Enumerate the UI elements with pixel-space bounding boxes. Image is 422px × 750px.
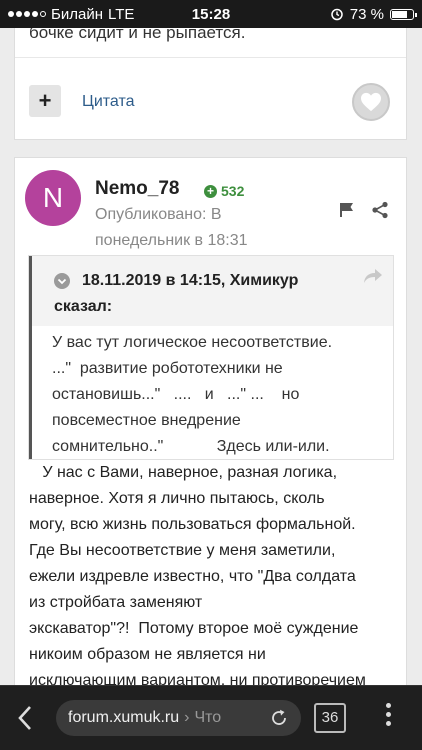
quote-body: У вас тут логическое несоответствие. ...… <box>29 326 393 459</box>
flag-icon <box>340 203 353 217</box>
reputation-count: 532 <box>221 183 245 199</box>
post-date: Опубликовано: В понедельник в 18:31 <box>95 202 285 254</box>
divider <box>15 57 406 58</box>
plus-circle-icon: + <box>204 184 217 198</box>
quote-citation: 18.11.2019 в 14:15, Химикур <box>82 272 299 289</box>
carrier-name: Билайн <box>51 5 103 23</box>
go-to-quote-button[interactable] <box>363 268 383 289</box>
quote-line: ..." развитие робототехники не <box>52 360 283 377</box>
signal-strength-icon <box>8 11 46 17</box>
post-card: N Nemo_78 + 532 Опубликовано: В понедель… <box>14 157 407 717</box>
alarm-icon <box>331 8 343 21</box>
reputation-badge: + 532 <box>204 183 244 199</box>
battery-percent: 73 % <box>349 5 384 23</box>
quote-line: остановишь..." .... и ..." ... но <box>52 386 300 403</box>
collapse-button[interactable] <box>54 273 70 289</box>
quote-line: повсеместное внедрение <box>52 412 241 429</box>
post-line: Где Вы несоответствие у меня заметили, <box>29 542 336 559</box>
url-host: forum.xumuk.ru <box>68 709 180 726</box>
status-bar: Билайн LTE 15:28 73 % <box>0 0 422 28</box>
post-line: ежели издревле известно, что "Два солдат… <box>29 568 356 585</box>
more-menu-button[interactable] <box>386 703 391 726</box>
battery-level-fill <box>391 10 407 18</box>
post-date-line1: Опубликовано: В <box>95 206 222 223</box>
share-button[interactable] <box>371 201 389 224</box>
like-button[interactable] <box>352 83 390 121</box>
reload-icon <box>272 709 286 725</box>
battery-icon <box>389 8 417 20</box>
clock: 15:28 <box>191 5 231 23</box>
back-button[interactable] <box>15 704 35 737</box>
quote-line: У вас тут логическое несоответствие. <box>52 334 333 351</box>
plus-button[interactable]: + <box>29 85 61 117</box>
report-button[interactable] <box>338 201 356 224</box>
chevron-down-icon <box>57 278 67 285</box>
post-line: экскаватор"?! Потому второе моё суждение <box>29 620 359 637</box>
quote-block: 18.11.2019 в 14:15, Химикур сказал: У ва… <box>28 255 394 460</box>
quote-header: 18.11.2019 в 14:15, Химикур сказал: <box>29 256 393 326</box>
url-crumb: Что <box>194 709 222 726</box>
author-name[interactable]: Nemo_78 <box>95 178 180 200</box>
post-line: У нас с Вами, наверное, разная логика, <box>29 464 338 481</box>
post-line: могу, всю жизнь пользоваться формальной. <box>29 516 356 533</box>
quote-said-label: сказал: <box>54 298 113 315</box>
post-line: никоим образом не является ни <box>29 646 266 663</box>
network-type: LTE <box>107 5 135 23</box>
post-date-line2: понедельник в 18:31 <box>95 232 248 249</box>
url-separator: › <box>184 709 190 726</box>
tabs-counter-button[interactable]: 36 <box>314 703 346 733</box>
share-icon <box>372 201 388 219</box>
chevron-left-icon <box>18 706 31 730</box>
avatar[interactable]: N <box>25 170 81 226</box>
post-line: из стройбата заменяют <box>29 594 203 611</box>
quote-line: сомнительно.." Здесь или-или. <box>52 438 330 455</box>
quote-button[interactable]: Цитата <box>82 93 135 111</box>
post-line: наверное. Хотя я лично пытаюсь, сколь <box>29 490 325 507</box>
heart-icon <box>361 92 381 112</box>
share-arrow-icon <box>364 269 382 283</box>
browser-toolbar: forum.xumuk.ru › Что 36 <box>0 685 422 750</box>
address-bar[interactable]: forum.xumuk.ru › Что <box>56 700 301 736</box>
reload-button[interactable] <box>269 708 289 733</box>
